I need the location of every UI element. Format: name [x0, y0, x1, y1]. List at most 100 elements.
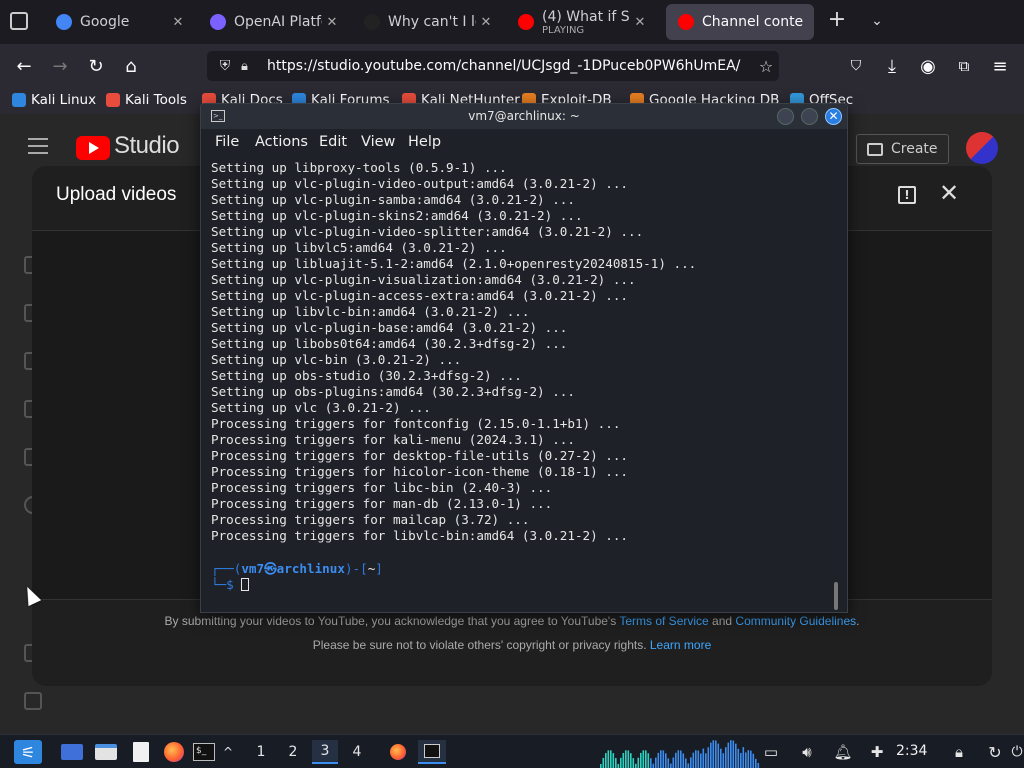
close-icon[interactable]: ✕	[936, 179, 962, 207]
taskbar: ⚟ $_ ^ 1234 ▭ 🔊︎ 🔔︎ ✚ 2:34 🔒︎ ↻ ⏻	[0, 734, 1024, 768]
workspace-2[interactable]: 2	[280, 740, 306, 764]
refresh-session-icon[interactable]: ↻	[984, 740, 1006, 764]
send-feedback-icon[interactable]: !	[898, 186, 916, 204]
close-window-button[interactable]: ✕	[825, 108, 842, 125]
clock[interactable]: 2:34	[896, 743, 927, 759]
learn-more-link[interactable]: Learn more	[650, 638, 711, 652]
bookmark-star-icon[interactable]: ☆	[753, 57, 779, 76]
lock-icon[interactable]: 🔒︎	[241, 59, 257, 74]
workspace-3[interactable]: 3	[312, 740, 338, 764]
hamburger-menu-icon[interactable]	[28, 138, 48, 154]
terminal-menu-view[interactable]: View	[361, 134, 395, 150]
url-bar[interactable]: ⛨ 🔒︎ https://studio.youtube.com/channel/…	[207, 51, 779, 81]
tab-favicon-icon	[518, 14, 534, 30]
prompt-dir-open: )-[	[344, 561, 368, 576]
file-manager-icon[interactable]	[94, 740, 118, 764]
visualizer-bar	[677, 750, 680, 768]
bookmark-item[interactable]: Kali Linux	[12, 92, 96, 108]
tab-close-icon[interactable]: ✕	[168, 15, 188, 30]
tab-3[interactable]: Why can't I log✕	[352, 4, 502, 40]
visualizer-bar	[682, 753, 685, 768]
sidebar-feedback-icon[interactable]	[24, 692, 42, 710]
notifications-bell-icon[interactable]: 🔔︎	[832, 740, 854, 764]
prompt-dir-close: ]	[375, 561, 383, 576]
terminal-output-line: Processing triggers for libc-bin (2.40-3…	[211, 480, 553, 495]
prompt-input-line[interactable]: └─$	[211, 577, 250, 593]
extensions-icon[interactable]: ⧉	[952, 54, 976, 78]
terminal-menu-actions[interactable]: Actions	[255, 134, 308, 150]
lock-screen-icon[interactable]: 🔒︎	[948, 740, 970, 764]
text-editor-icon[interactable]	[130, 740, 152, 764]
back-arrow-icon[interactable]: ←	[12, 54, 36, 78]
app-menu-icon[interactable]: ≡	[988, 54, 1012, 78]
visualizer-bar	[635, 763, 637, 768]
forward-arrow-icon[interactable]: →	[48, 54, 72, 78]
terminal-output-line: Processing triggers for desktop-file-uti…	[211, 448, 629, 463]
terminal-launcher-icon[interactable]: $_	[192, 740, 216, 764]
terminal-scrollbar[interactable]	[834, 582, 838, 610]
terminal-titlebar[interactable]: >_ vm7@archlinux: ~ ✕	[201, 104, 847, 129]
launcher-expand-chevron-icon[interactable]: ^	[220, 740, 236, 764]
terminal-output-line: Setting up vlc-bin (3.0.21-2) ...	[211, 352, 462, 367]
tab-close-icon[interactable]: ✕	[476, 15, 496, 30]
prompt-corner-bottom: └─	[211, 577, 227, 592]
visualizer-bar	[737, 748, 740, 768]
terminal-menu-help[interactable]: Help	[408, 134, 441, 150]
terminal-window[interactable]: >_ vm7@archlinux: ~ ✕ File Actions Edit Vie…	[200, 103, 848, 613]
visualizer-bar	[697, 750, 700, 768]
visualizer-bar	[740, 753, 742, 768]
list-all-tabs-chevron-icon[interactable]: ⌄	[866, 10, 888, 32]
taskbar-firefox-window-icon[interactable]	[386, 740, 410, 764]
url-text[interactable]: https://studio.youtube.com/channel/UCJsg…	[267, 58, 753, 74]
home-icon[interactable]: ⌂	[119, 54, 143, 78]
terminal-menu-edit[interactable]: Edit	[319, 134, 347, 150]
volume-icon[interactable]: 🔊︎	[796, 740, 818, 764]
bookmark-item[interactable]: Kali Tools	[106, 92, 187, 108]
terminal-output-line: Setting up vlc-plugin-video-splitter:amd…	[211, 224, 644, 239]
minimize-button[interactable]	[777, 108, 794, 125]
terminal-output-line: Setting up obs-studio (30.2.3+dfsg-2) ..…	[211, 368, 522, 383]
tab-2[interactable]: OpenAI Platform✕	[198, 4, 348, 40]
maximize-button[interactable]	[801, 108, 818, 125]
terminal-menubar: File Actions Edit View Help	[201, 129, 847, 157]
terminal-output-line: Processing triggers for hicolor-icon-the…	[211, 464, 629, 479]
community-guidelines-link[interactable]: Community Guidelines	[735, 614, 856, 628]
new-tab-button[interactable]: +	[826, 9, 848, 32]
tab-5[interactable]: Channel conte	[666, 4, 814, 40]
workspace-1[interactable]: 1	[248, 740, 274, 764]
youtube-logo-icon[interactable]	[76, 136, 110, 160]
visualizer-bar	[702, 748, 705, 768]
downloads-icon[interactable]: ⤓	[880, 54, 904, 78]
terminal-menu-file[interactable]: File	[215, 134, 239, 150]
visualizer-bar	[617, 763, 620, 768]
avatar[interactable]	[966, 132, 998, 164]
tab-close-icon[interactable]: ✕	[322, 15, 342, 30]
studio-logo-text[interactable]: Studio	[114, 132, 180, 160]
tab-4[interactable]: (4) What if SkiPLAYING✕	[506, 4, 656, 40]
updates-icon[interactable]: ✚	[866, 740, 888, 764]
power-icon[interactable]: ⏻	[1010, 740, 1024, 764]
create-button[interactable]: Create	[856, 134, 949, 164]
pocket-icon[interactable]: ⛉	[844, 54, 868, 78]
visualizer-bar	[732, 740, 735, 768]
visualizer-bar	[710, 742, 712, 768]
display-icon[interactable]: ▭	[760, 740, 782, 764]
tracking-protection-shield-icon[interactable]: ⛨	[215, 58, 235, 74]
terminal-app-icon: >_	[211, 110, 225, 122]
show-desktop-icon[interactable]	[60, 740, 84, 764]
tab-favicon-icon	[364, 14, 380, 30]
kali-menu-dragon-icon[interactable]: ⚟	[14, 740, 42, 764]
account-icon[interactable]: ◉	[916, 54, 940, 78]
tab-overview-icon[interactable]	[10, 12, 28, 30]
visualizer-bar	[657, 752, 660, 768]
taskbar-terminal-window-icon[interactable]	[418, 740, 446, 764]
tab-1[interactable]: Google ✕	[44, 4, 194, 40]
visualizer-bar	[627, 750, 630, 768]
visualizer-bar	[727, 742, 730, 768]
firefox-icon[interactable]	[162, 740, 186, 764]
workspace-4[interactable]: 4	[344, 740, 370, 764]
terminal-output-line: Processing triggers for man-db (2.13.0-1…	[211, 496, 553, 511]
terms-of-service-link[interactable]: Terms of Service	[619, 614, 708, 628]
tab-close-icon[interactable]: ✕	[630, 15, 650, 30]
reload-icon[interactable]: ↻	[84, 54, 108, 78]
